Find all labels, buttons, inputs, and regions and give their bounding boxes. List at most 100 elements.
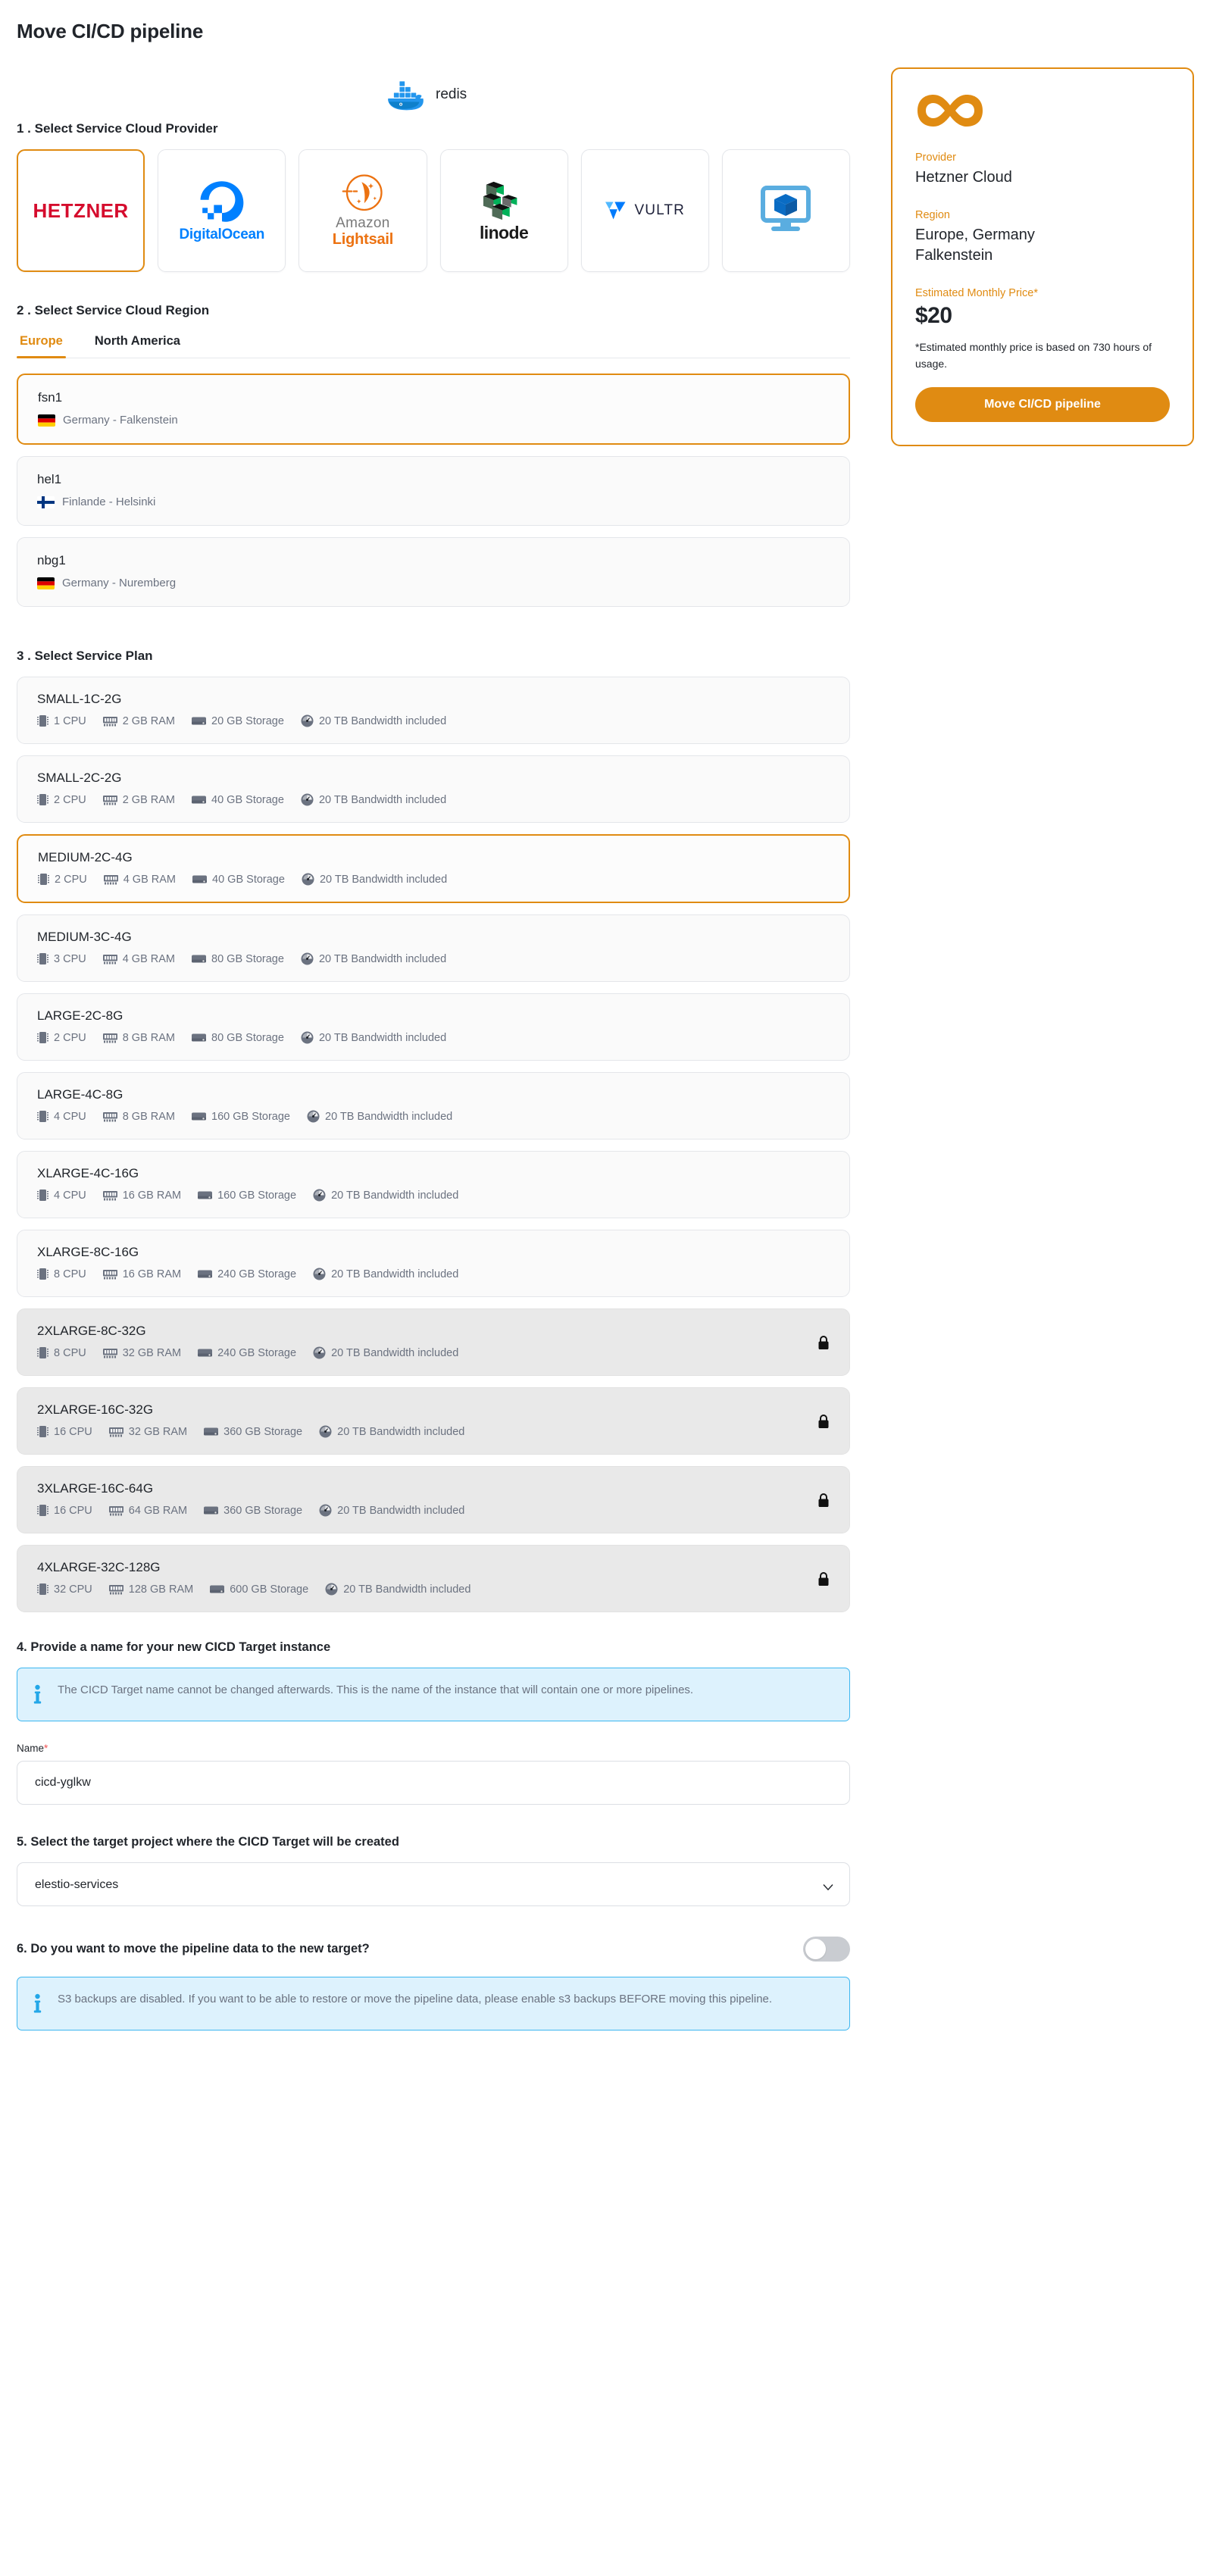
elestio-infinity-logo-icon [915, 90, 1170, 131]
plan-spec-storage: 360 GB Storage [204, 1426, 302, 1438]
provider-card-hetzner[interactable]: HETZИER [17, 149, 145, 272]
provider-card-generic[interactable] [721, 149, 850, 272]
plan-name: 4XLARGE-32C-128G [37, 1560, 161, 1574]
step-5-heading: 5. Select the target project where the C… [17, 1835, 399, 1849]
plan-card-small-2c-2g[interactable]: SMALL-2C-2G 2 CPU 2 GB RAM 40 GB Storage 20 … [17, 755, 850, 823]
plan-name: SMALL-2C-2G [37, 771, 122, 785]
ram-icon [108, 1505, 123, 1516]
plan-name: XLARGE-4C-16G [37, 1166, 139, 1180]
bandwidth-icon [313, 1346, 326, 1359]
plan-spec-bandwidth: 20 TB Bandwidth included [302, 873, 447, 886]
lock-icon [817, 1493, 830, 1508]
bandwidth-icon [319, 1425, 332, 1438]
provider-card-vultr[interactable]: VULTR [580, 149, 709, 272]
provider-card-lightsail[interactable]: Amazon Lightsail [299, 149, 427, 272]
plan-spec-ram: 16 GB RAM [102, 1268, 182, 1280]
amazon-lightsail-logo-icon: Amazon Lightsail [333, 173, 393, 249]
region-card-fsn1[interactable]: fsn1 Germany - Falkenstein [17, 374, 850, 445]
required-marker: * [44, 1743, 48, 1754]
region-location: Germany - Falkenstein [38, 414, 829, 427]
storage-icon [192, 716, 207, 726]
provider-card-linode[interactable]: linode [439, 149, 568, 272]
cpu-icon [37, 1425, 48, 1438]
plan-spec-cpu: 1 CPU [37, 714, 86, 727]
finland-flag-icon [37, 496, 55, 508]
region-card-nbg1[interactable]: nbg1 Germany - Nuremberg [17, 537, 850, 607]
plan-spec-cpu-label: 2 CPU [54, 793, 86, 806]
bandwidth-icon [301, 952, 314, 965]
plan-card-list: SMALL-1C-2G 1 CPU 2 GB RAM 20 GB Storage 20 … [17, 677, 850, 1612]
move-cicd-pipeline-button[interactable]: Move CI/CD pipeline [915, 387, 1170, 423]
plan-card-2xlarge-16c-32g: 2XLARGE-16C-32G 16 CPU 32 GB RAM 360 GB Sto… [17, 1387, 850, 1455]
cpu-icon [37, 1110, 48, 1123]
plan-card-large-2c-8g[interactable]: LARGE-2C-8G 2 CPU 8 GB RAM 80 GB Storage 20 … [17, 993, 850, 1061]
plan-card-small-1c-2g[interactable]: SMALL-1C-2G 1 CPU 2 GB RAM 20 GB Storage 20 … [17, 677, 850, 744]
plan-spec-bandwidth-label: 20 TB Bandwidth included [318, 793, 447, 806]
region-location: Finlande - Helsinki [37, 496, 830, 508]
plan-spec-storage: 20 GB Storage [192, 715, 284, 727]
cpu-icon [38, 873, 49, 886]
region-card-hel1[interactable]: hel1 Finlande - Helsinki [17, 456, 850, 526]
plan-spec-cpu-label: 8 CPU [54, 1346, 86, 1359]
plan-name: LARGE-4C-8G [37, 1087, 123, 1102]
bandwidth-icon [325, 1583, 338, 1596]
name-input[interactable] [17, 1761, 850, 1805]
provider-card-list: HETZИER DigitalOcean Amazon Lightsail li… [17, 149, 850, 272]
plan-spec-cpu: 3 CPU [37, 952, 86, 965]
plan-spec-bandwidth: 20 TB Bandwidth included [301, 793, 446, 806]
plan-card-xlarge-8c-16g[interactable]: XLARGE-8C-16G 8 CPU 16 GB RAM 240 GB Storag… [17, 1230, 850, 1297]
plan-spec-cpu-label: 32 CPU [54, 1583, 92, 1596]
plan-card-3xlarge-16c-64g: 3XLARGE-16C-64G 16 CPU 64 GB RAM 360 GB Sto… [17, 1466, 850, 1533]
step-6-heading: 6. Do you want to move the pipeline data… [17, 1942, 370, 1955]
plan-spec-ram-label: 16 GB RAM [122, 1268, 182, 1280]
ram-icon [102, 1032, 117, 1043]
plan-spec-bandwidth: 20 TB Bandwidth included [301, 714, 446, 727]
germany-flag-icon [37, 577, 55, 589]
backup-info-alert: S3 backups are disabled. If you want to … [17, 1977, 850, 2030]
step-2-heading: 2 . Select Service Cloud Region [17, 303, 210, 317]
summary-provider-value: Hetzner Cloud [915, 169, 1012, 186]
plan-spec-bandwidth-label: 20 TB Bandwidth included [325, 1110, 453, 1123]
service-name: redis [436, 86, 467, 102]
plan-spec-cpu-label: 4 CPU [54, 1110, 86, 1123]
plan-spec-cpu-label: 1 CPU [54, 714, 86, 727]
project-select[interactable]: elestio-services [17, 1862, 850, 1906]
region-card-list: fsn1 Germany - Falkenstein hel1 Finlande… [17, 374, 850, 607]
move-data-toggle[interactable] [803, 1937, 850, 1962]
plan-specs: 16 CPU 64 GB RAM 360 GB Storage 20 TB Bandw… [37, 1504, 830, 1517]
lightsail-line2: Lightsail [332, 230, 394, 248]
plan-spec-cpu: 16 CPU [37, 1425, 92, 1438]
server-monitor-icon [758, 184, 814, 238]
plan-spec-ram-label: 8 GB RAM [122, 1110, 176, 1123]
storage-icon [192, 954, 207, 964]
cpu-icon [37, 1268, 48, 1280]
plan-card-xlarge-4c-16g[interactable]: XLARGE-4C-16G 4 CPU 16 GB RAM 160 GB Storag… [17, 1151, 850, 1218]
plan-spec-storage-label: 40 GB Storage [211, 793, 284, 806]
plan-spec-cpu: 4 CPU [37, 1110, 86, 1123]
plan-spec-ram-label: 16 GB RAM [122, 1189, 182, 1202]
plan-card-medium-2c-4g[interactable]: MEDIUM-2C-4G 2 CPU 4 GB RAM 40 GB Storage 20… [17, 834, 850, 903]
storage-icon [198, 1190, 213, 1200]
plan-spec-storage-label: 360 GB Storage [224, 1504, 303, 1517]
plan-name: LARGE-2C-8G [37, 1008, 123, 1023]
summary-region-group: Region Europe, Germany Falkenstein [915, 209, 1170, 266]
plan-name: MEDIUM-2C-4G [38, 850, 133, 864]
plan-spec-storage: 240 GB Storage [198, 1347, 296, 1359]
ram-icon [102, 953, 117, 964]
docker-icon [385, 79, 426, 111]
plan-card-medium-3c-4g[interactable]: MEDIUM-3C-4G 3 CPU 4 GB RAM 80 GB Storage 20… [17, 914, 850, 982]
plan-spec-storage-label: 360 GB Storage [224, 1425, 303, 1438]
tab-north-america[interactable]: North America [92, 331, 183, 358]
move-data-row: 6. Do you want to move the pipeline data… [17, 1937, 850, 1962]
plan-specs: 2 CPU 4 GB RAM 40 GB Storage 20 TB Bandwidt… [38, 873, 829, 886]
cpu-icon [37, 1346, 48, 1359]
region-location-label: Germany - Falkenstein [63, 414, 178, 427]
storage-icon [192, 1111, 207, 1121]
plan-spec-bandwidth-label: 20 TB Bandwidth included [331, 1268, 459, 1280]
plan-spec-cpu: 2 CPU [37, 1031, 86, 1044]
summary-price-note: *Estimated monthly price is based on 730… [915, 341, 1152, 370]
plan-spec-bandwidth-label: 20 TB Bandwidth included [318, 1031, 447, 1044]
provider-card-digitalocean[interactable]: DigitalOcean [158, 149, 286, 272]
tab-europe[interactable]: Europe [17, 331, 66, 358]
plan-card-large-4c-8g[interactable]: LARGE-4C-8G 4 CPU 8 GB RAM 160 GB Storage 20… [17, 1072, 850, 1140]
